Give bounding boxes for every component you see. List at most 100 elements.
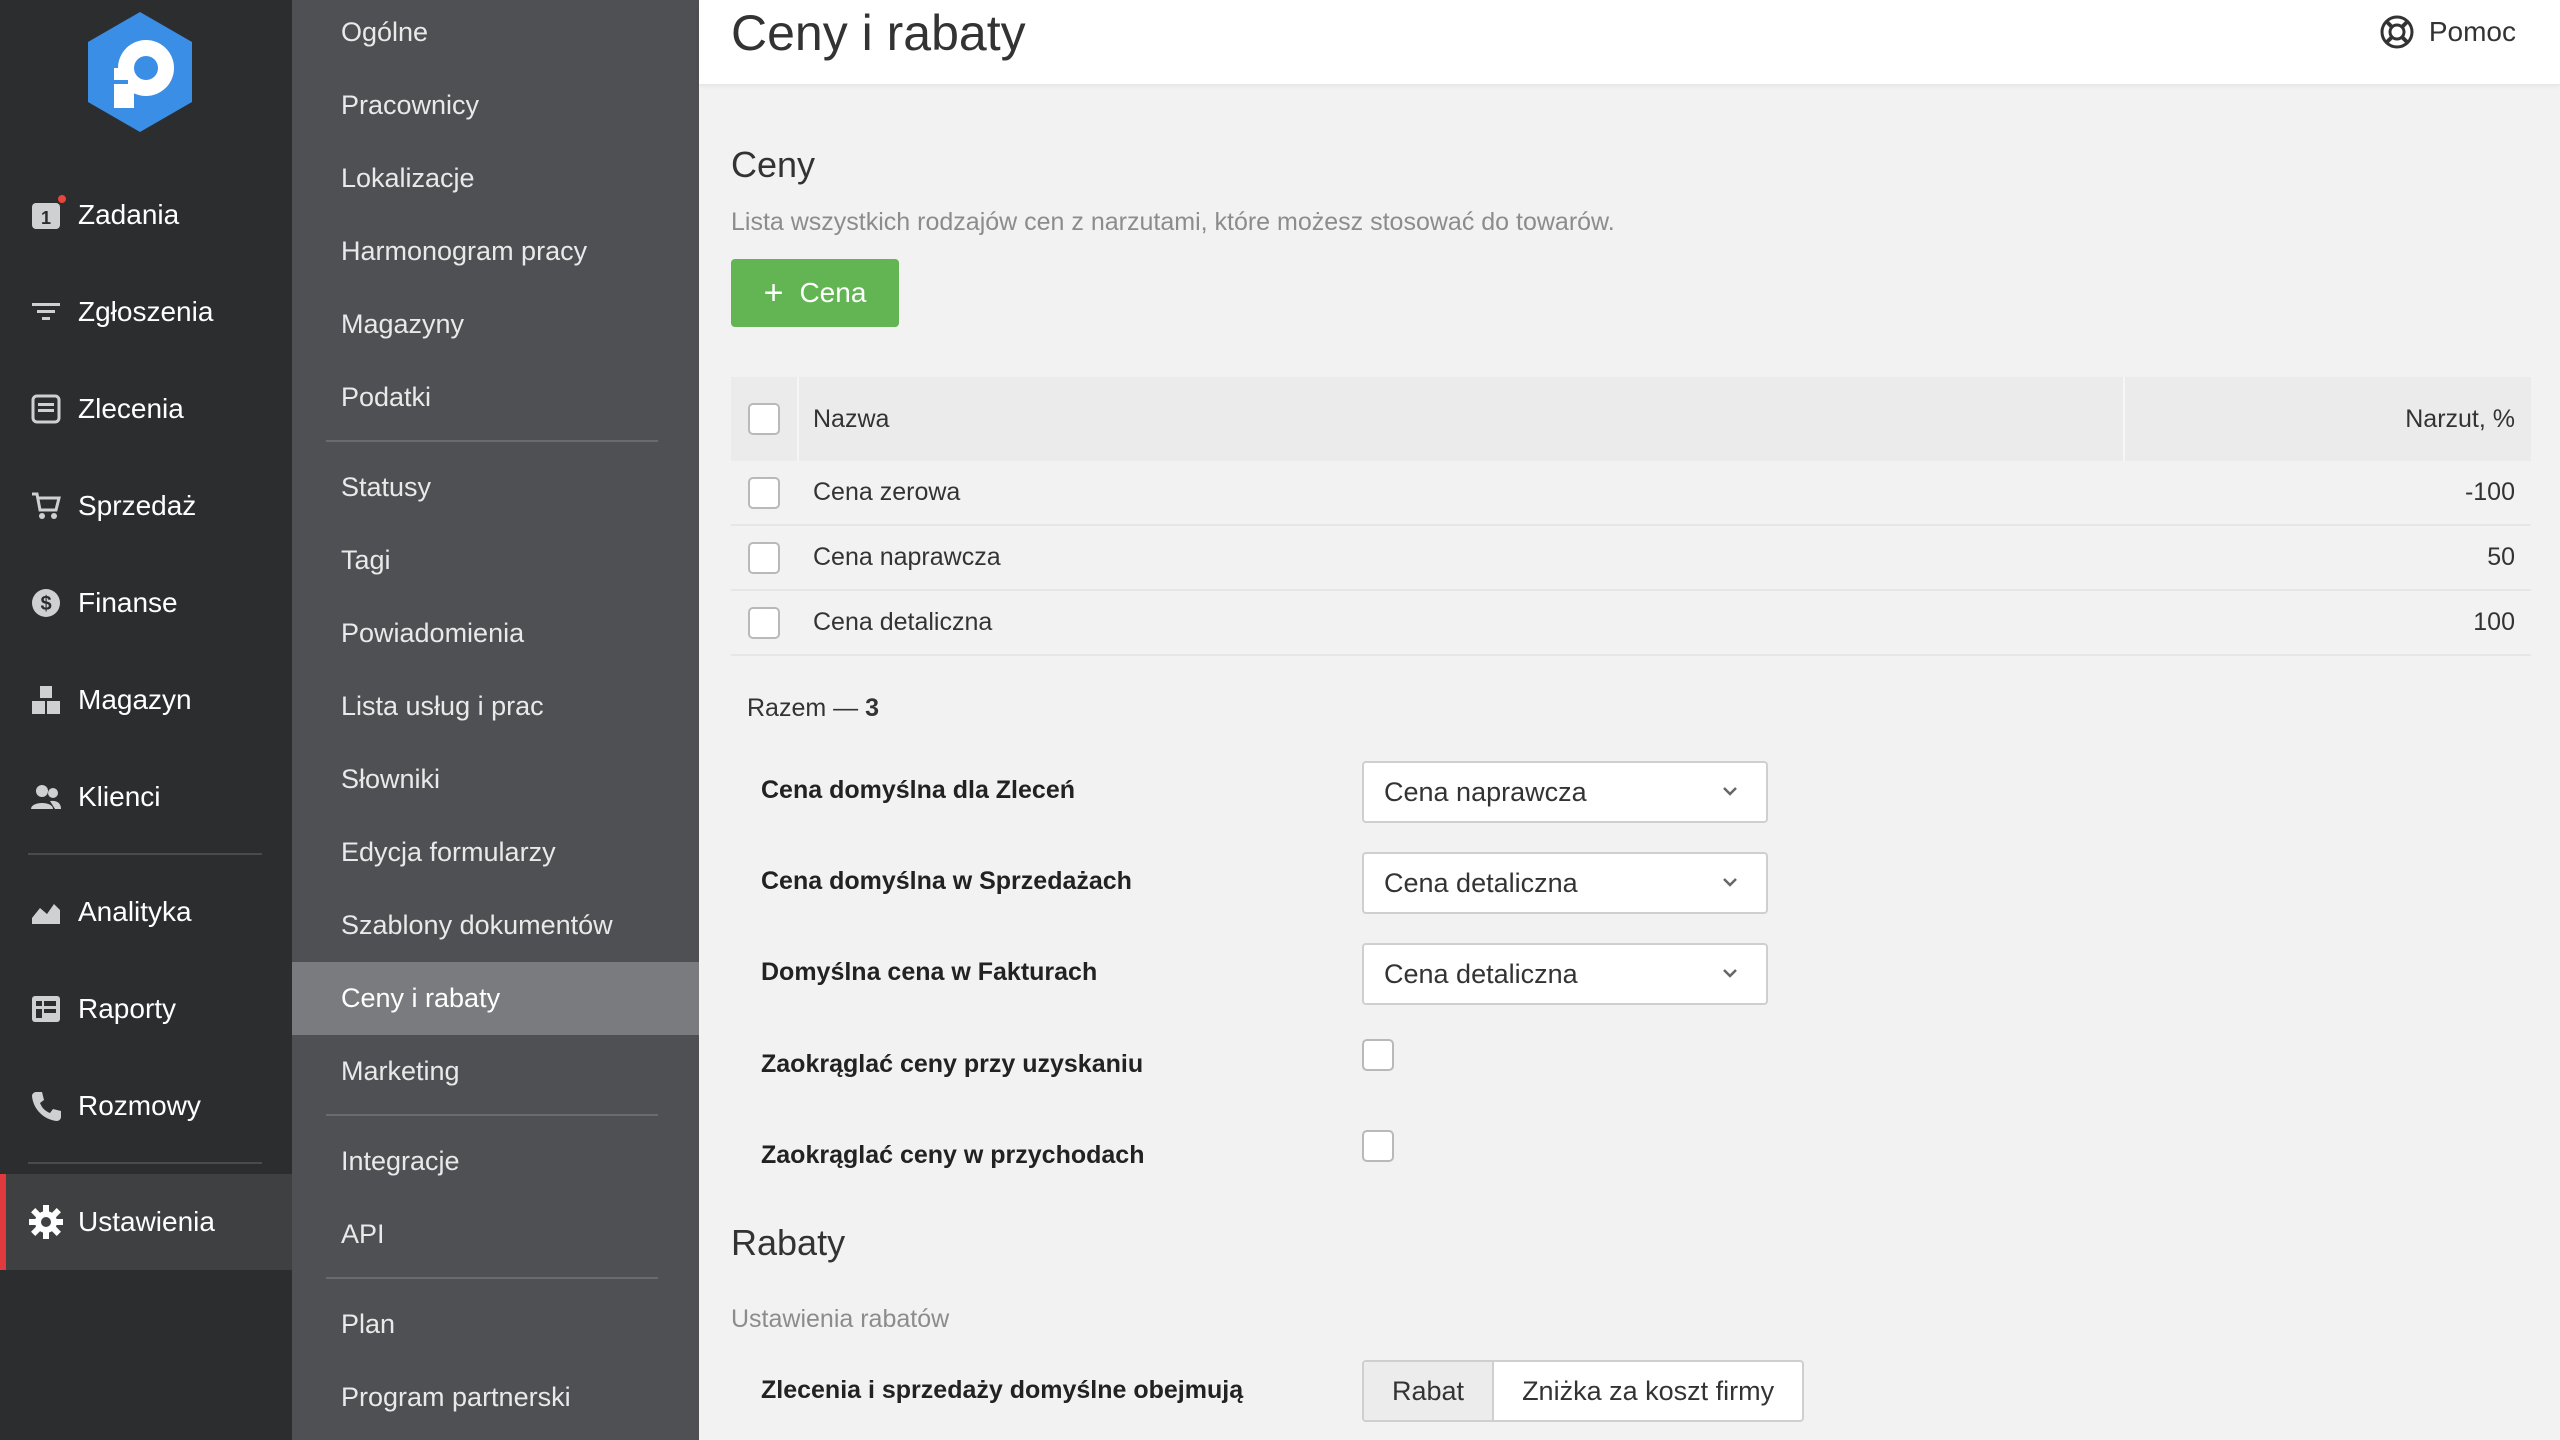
submenu-label: Ceny i rabaty [341,983,501,1013]
row-check-cell [731,526,797,589]
nav-label: Ustawienia [78,1206,215,1237]
nav-divider [28,853,262,855]
round-acquire-checkbox[interactable] [1362,1039,1394,1071]
help-button[interactable]: Pomoc [2379,14,2516,50]
nav-item-klienci[interactable]: Klienci [0,752,292,842]
main-sidebar: 1 Zadania Zgłoszenia Zlecenia Sprzedaż $… [0,0,292,1440]
submenu-item-szablony[interactable]: Szablony dokumentów [292,889,699,962]
submenu-item-magazyny[interactable]: Magazyny [292,288,699,361]
nav-item-finanse[interactable]: $ Finanse [0,558,292,648]
submenu-label: Lokalizacje [341,163,475,193]
chevron-down-icon [1723,787,1737,796]
submenu-label: Magazyny [341,309,465,339]
chevron-down-icon [1723,969,1737,978]
submenu-label: Plan [341,1309,396,1339]
default-sales-label: Cena domyślna w Sprzedażach [761,867,1132,895]
submenu-item-tagi[interactable]: Tagi [292,524,699,597]
nav-item-zadania[interactable]: 1 Zadania [0,170,292,260]
submenu-label: Statusy [341,472,432,502]
phone-icon [28,1088,64,1124]
svg-text:1: 1 [41,208,51,228]
nav-item-zlecenia[interactable]: Zlecenia [0,364,292,454]
row-name[interactable]: Cena naprawcza [797,543,2131,572]
submenu-label: API [341,1219,385,1249]
submenu-item-pracownicy[interactable]: Pracownicy [292,69,699,142]
nav-label: Finanse [78,587,178,618]
submenu-item-program-partnerski[interactable]: Program partnerski [292,1361,699,1434]
help-label: Pomoc [2428,16,2516,47]
default-sales-select[interactable]: Cena detaliczna [1362,852,1768,914]
default-orders-label: Cena domyślna dla Zleceń [761,776,1075,804]
submenu-item-harmonogram[interactable]: Harmonogram pracy [292,215,699,288]
settings-submenu: Ogólne Pracownicy Lokalizacje Harmonogra… [292,0,699,1440]
row-markup: -100 [2464,478,2515,506]
submenu-item-lista-uslug[interactable]: Lista usług i prac [292,670,699,743]
row-checkbox[interactable] [748,606,780,639]
inbox-icon [28,391,64,427]
plus-icon: + [763,274,784,312]
default-invoices-select[interactable]: Cena detaliczna [1362,943,1768,1005]
row-markup: 100 [2473,608,2515,636]
submenu-item-marketing[interactable]: Marketing [292,1035,699,1108]
default-orders-select[interactable]: Cena naprawcza [1362,761,1768,823]
row-name[interactable]: Cena detaliczna [797,608,2131,637]
table-row[interactable]: Cena detaliczna 100 [731,591,2531,656]
submenu-item-slowniki[interactable]: Słowniki [292,743,699,816]
nav-label: Magazyn [78,684,192,715]
notification-dot [56,193,68,205]
nav-item-zgloszenia[interactable]: Zgłoszenia [0,267,292,357]
table-row[interactable]: Cena zerowa -100 [731,461,2531,526]
column-header-name[interactable]: Nazwa [797,405,2131,434]
round-income-checkbox[interactable] [1362,1130,1394,1162]
nav-label: Analityka [78,896,192,927]
app-logo[interactable] [84,10,196,134]
main-content: Ceny Lista wszystkich rodzajów cen z nar… [699,84,2560,1440]
submenu-item-plan[interactable]: Plan [292,1288,699,1361]
select-value: Cena naprawcza [1384,776,1587,807]
submenu-item-powiadomienia[interactable]: Powiadomienia [292,597,699,670]
select-value: Cena detaliczna [1384,958,1578,989]
select-all-checkbox[interactable] [748,403,780,435]
submenu-label: Tagi [341,545,391,575]
add-price-button[interactable]: + Cena [731,259,899,327]
row-check-cell [731,591,797,654]
discounts-section-title: Rabaty [731,1222,846,1263]
nav-item-ustawienia[interactable]: Ustawienia [0,1174,292,1270]
svg-text:$: $ [40,593,51,615]
row-name[interactable]: Cena zerowa [797,478,2131,507]
nav-item-raporty[interactable]: Raporty [0,964,292,1054]
submenu-item-lokalizacje[interactable]: Lokalizacje [292,142,699,215]
discounts-include-label: Zlecenia i sprzedaży domyślne obejmują [761,1376,1244,1404]
report-icon [28,991,64,1027]
submenu-label: Edycja formularzy [341,837,556,867]
submenu-item-integracje[interactable]: Integracje [292,1125,699,1198]
submenu-item-ogolne[interactable]: Ogólne [292,0,699,69]
lifebuoy-icon [2379,14,2415,50]
nav-item-rozmowy[interactable]: Rozmowy [0,1061,292,1151]
nav-divider [28,1162,262,1164]
submenu-label: Podatki [341,382,432,412]
submenu-item-statusy[interactable]: Statusy [292,451,699,524]
row-checkbox[interactable] [748,541,780,574]
nav-item-magazyn[interactable]: Magazyn [0,655,292,745]
submenu-item-edycja-formularzy[interactable]: Edycja formularzy [292,816,699,889]
submenu-label: Słowniki [341,764,441,794]
discount-option-company-cost[interactable]: Zniżka za koszt firmy [1494,1362,1802,1420]
discount-option-rabat[interactable]: Rabat [1364,1362,1495,1420]
submenu-item-ceny-i-rabaty[interactable]: Ceny i rabaty [292,962,699,1035]
submenu-divider [326,440,658,442]
submenu-label: Lista usług i prac [341,691,544,721]
select-value: Cena detaliczna [1384,867,1578,898]
column-header-markup[interactable]: Narzut, % [2131,405,2531,434]
nav-item-sprzedaz[interactable]: Sprzedaż [0,461,292,551]
table-header: Nazwa Narzut, % [731,377,2531,461]
nav-label: Klienci [78,781,161,812]
submenu-item-api[interactable]: API [292,1198,699,1271]
total-count: Razem — 3 [747,694,879,723]
total-value: 3 [865,694,879,722]
nav-item-analityka[interactable]: Analityka [0,867,292,957]
submenu-label: Marketing [341,1056,460,1086]
table-row[interactable]: Cena naprawcza 50 [731,526,2531,591]
submenu-item-podatki[interactable]: Podatki [292,361,699,434]
row-checkbox[interactable] [748,476,780,509]
